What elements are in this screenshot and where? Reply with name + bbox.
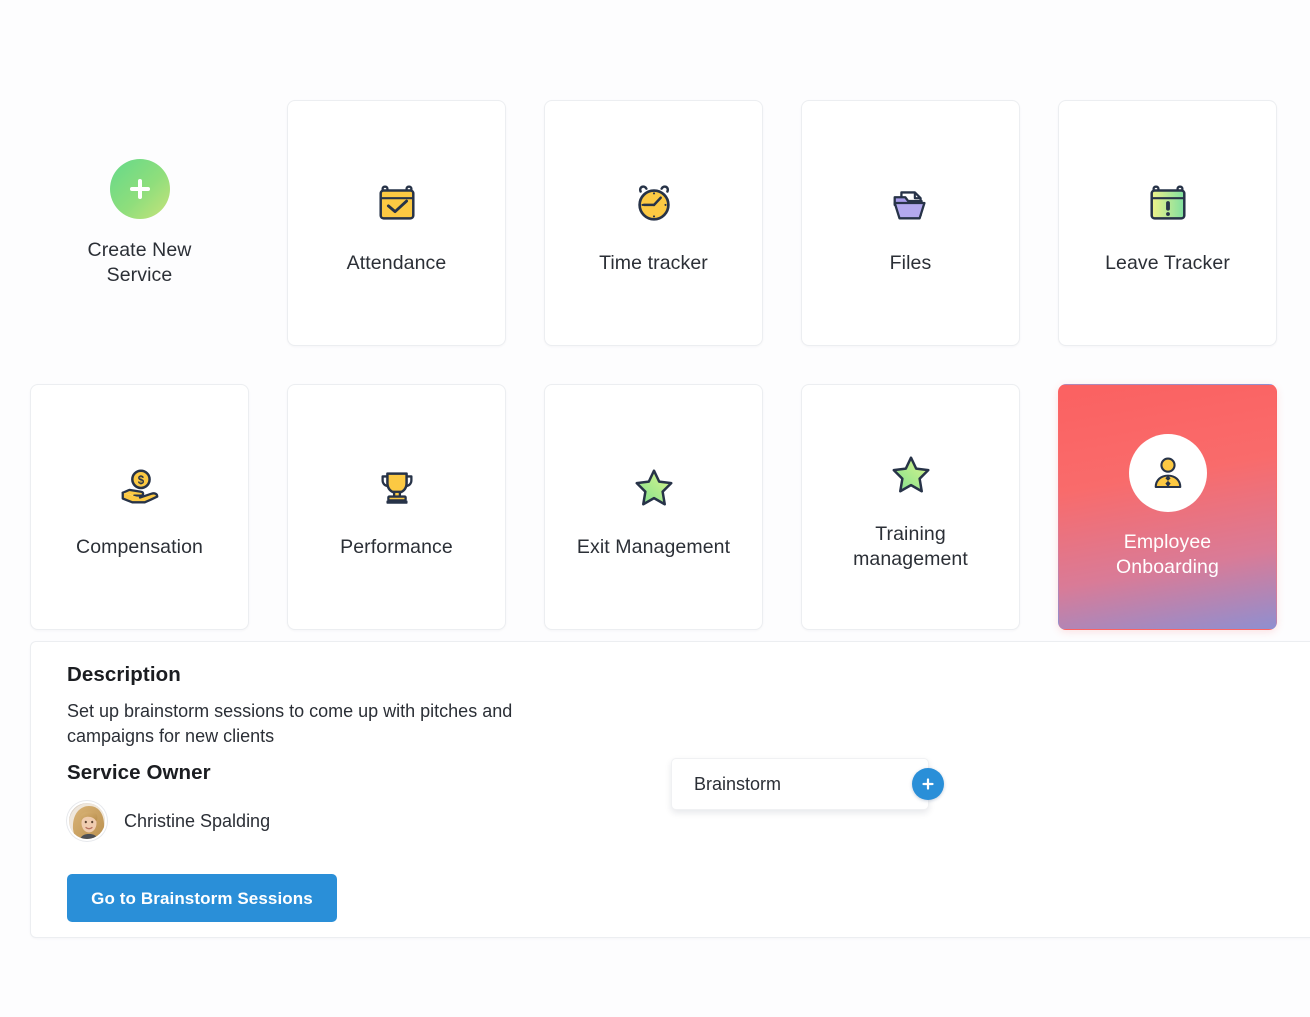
service-catalog-page: Create New Service Attendance Time track… [0,0,1310,1017]
service-owner-heading: Service Owner [67,761,211,784]
brainstorm-tag-label: Brainstorm [694,773,782,794]
service-tile-attendance[interactable]: Attendance [287,100,506,346]
plus-icon [922,778,934,790]
description-heading: Description [67,663,181,686]
service-tile-performance[interactable]: Performance [287,384,506,630]
person-tie-icon [1128,434,1207,512]
alarm-clock-icon [631,171,677,235]
service-tile-label: Files [889,251,932,274]
service-tile-row-1: Create New Service Attendance Time track… [30,100,1277,346]
icon-circle-background [1128,434,1207,512]
service-tile-employee-onboarding[interactable]: Employee Onboarding [1058,384,1277,630]
calendar-alert-icon [1145,171,1191,235]
create-new-service-button[interactable]: Create New Service [30,100,249,346]
service-owner-row: Christine Spalding [67,801,270,841]
service-tile-label: Attendance [346,251,447,274]
calendar-check-icon [374,171,420,235]
service-tile-label: Performance [340,535,453,558]
folder-document-icon [888,171,934,235]
service-tile-time-tracker[interactable]: Time tracker [544,100,763,346]
create-new-service-label: Create New Service [87,238,192,286]
plus-icon [109,158,170,219]
service-tile-leave-tracker[interactable]: Leave Tracker [1058,100,1277,346]
service-tile-label: Time tracker [599,251,708,274]
service-tile-training-management[interactable]: Training management [801,384,1020,630]
description-text: Set up brainstorm sessions to come up wi… [67,701,513,746]
add-button[interactable] [912,768,944,800]
svg-text:$: $ [137,475,144,487]
service-tile-row-2: $ Compensation Performance Exit Manageme… [30,384,1277,630]
hand-coin-icon: $ [117,455,163,519]
service-tile-label: Leave Tracker [1105,251,1230,274]
go-to-brainstorm-sessions-button[interactable]: Go to Brainstorm Sessions [67,874,337,922]
service-detail-panel: Description Set up brainstorm sessions t… [30,641,1310,938]
star-icon [888,442,934,506]
service-owner-name: Christine Spalding [124,810,271,831]
trophy-icon [374,455,420,519]
service-tile-exit-management[interactable]: Exit Management [544,384,763,630]
service-tile-label: Exit Management [576,535,731,558]
service-tile-compensation[interactable]: $ Compensation [30,384,249,630]
service-tile-files[interactable]: Files [801,100,1020,346]
service-tile-label: Compensation [76,535,203,558]
service-tile-label: Employee Onboarding [1116,531,1219,578]
service-tile-label: Training management [853,523,968,570]
star-icon [631,455,677,519]
avatar [67,801,107,841]
brainstorm-tag-card[interactable]: Brainstorm [671,758,944,810]
